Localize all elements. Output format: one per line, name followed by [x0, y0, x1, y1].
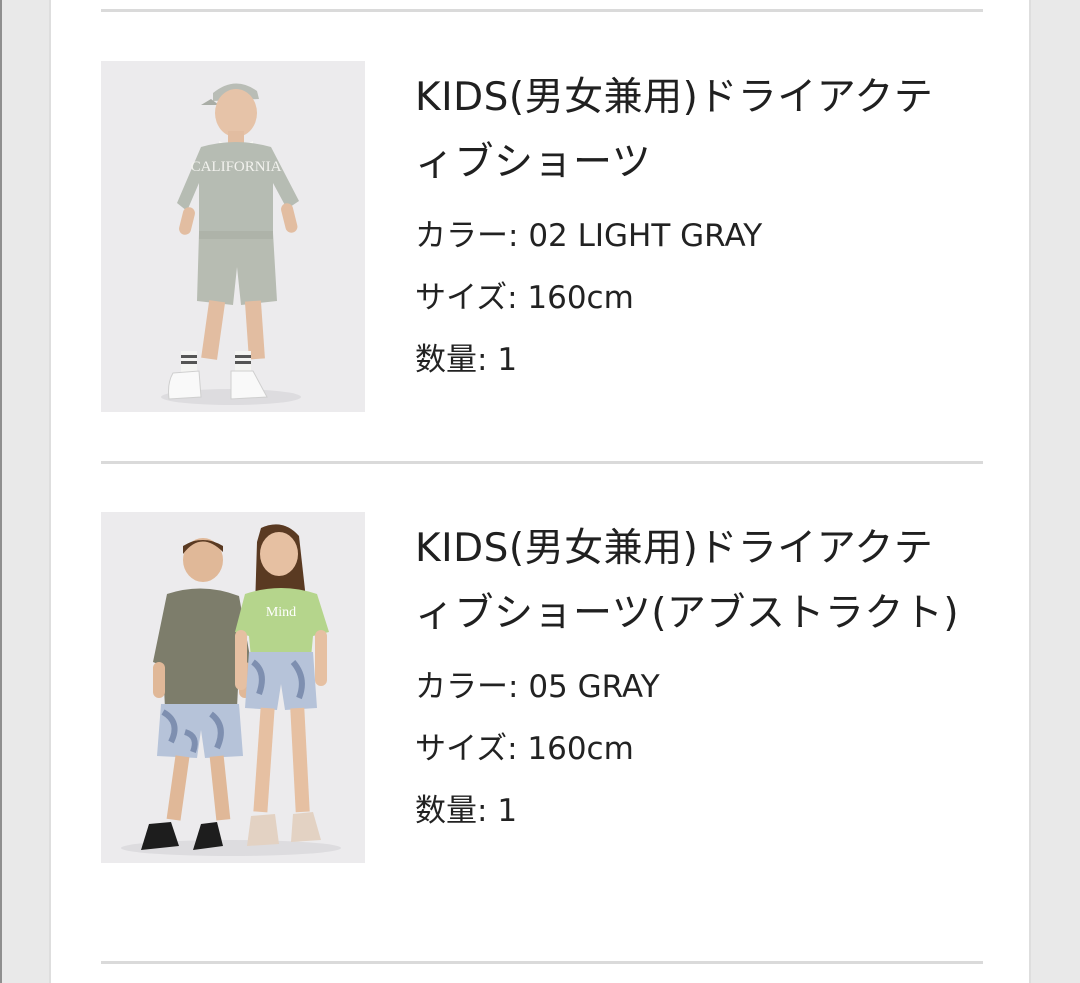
- color-separator: :: [508, 669, 529, 705]
- quantity-value: 1: [497, 342, 518, 378]
- product-title[interactable]: KIDS(男女兼用)ドライアクティブショーツ(アブストラクト): [415, 516, 963, 646]
- product-size: サイズ: 160cm: [415, 267, 963, 329]
- size-separator: :: [507, 731, 528, 767]
- size-value: 160cm: [527, 731, 634, 767]
- product-info: KIDS(男女兼用)ドライアクティブショーツ(アブストラクト) カラー: 05 …: [415, 512, 963, 842]
- product-color: カラー: 02 LIGHT GRAY: [415, 205, 963, 267]
- product-color: カラー: 05 GRAY: [415, 656, 963, 718]
- product-photo-two-kids: Mind: [101, 512, 365, 863]
- quantity-separator: :: [477, 342, 498, 378]
- quantity-value: 1: [497, 793, 518, 829]
- product-image[interactable]: Mind: [101, 512, 365, 863]
- color-value: 02 LIGHT GRAY: [528, 218, 763, 254]
- order-items-panel: CALIFORNIA KIDS(男女兼用)ドライアクティブショーツ カラー: 0…: [49, 0, 1031, 983]
- size-label: サイズ: [415, 731, 508, 767]
- item-divider: [101, 9, 983, 12]
- color-separator: :: [508, 218, 529, 254]
- product-quantity: 数量: 1: [415, 780, 963, 842]
- quantity-label: 数量: [415, 793, 477, 829]
- product-size: サイズ: 160cm: [415, 718, 963, 780]
- quantity-label: 数量: [415, 342, 477, 378]
- color-label: カラー: [415, 669, 508, 705]
- product-quantity: 数量: 1: [415, 329, 963, 391]
- shirt-print-text: CALIFORNIA: [191, 159, 282, 175]
- size-value: 160cm: [527, 280, 634, 316]
- size-separator: :: [507, 280, 528, 316]
- size-label: サイズ: [415, 280, 508, 316]
- item-divider: [101, 461, 983, 464]
- color-value: 05 GRAY: [528, 669, 660, 705]
- shirt-print-text: Mind: [266, 605, 296, 620]
- item-divider: [101, 961, 983, 964]
- product-info: KIDS(男女兼用)ドライアクティブショーツ カラー: 02 LIGHT GRA…: [415, 61, 963, 391]
- product-title[interactable]: KIDS(男女兼用)ドライアクティブショーツ: [415, 65, 963, 195]
- window-edge: [0, 0, 2, 983]
- color-label: カラー: [415, 218, 508, 254]
- quantity-separator: :: [477, 793, 498, 829]
- product-photo-boy: CALIFORNIA: [101, 61, 365, 412]
- product-image[interactable]: CALIFORNIA: [101, 61, 365, 412]
